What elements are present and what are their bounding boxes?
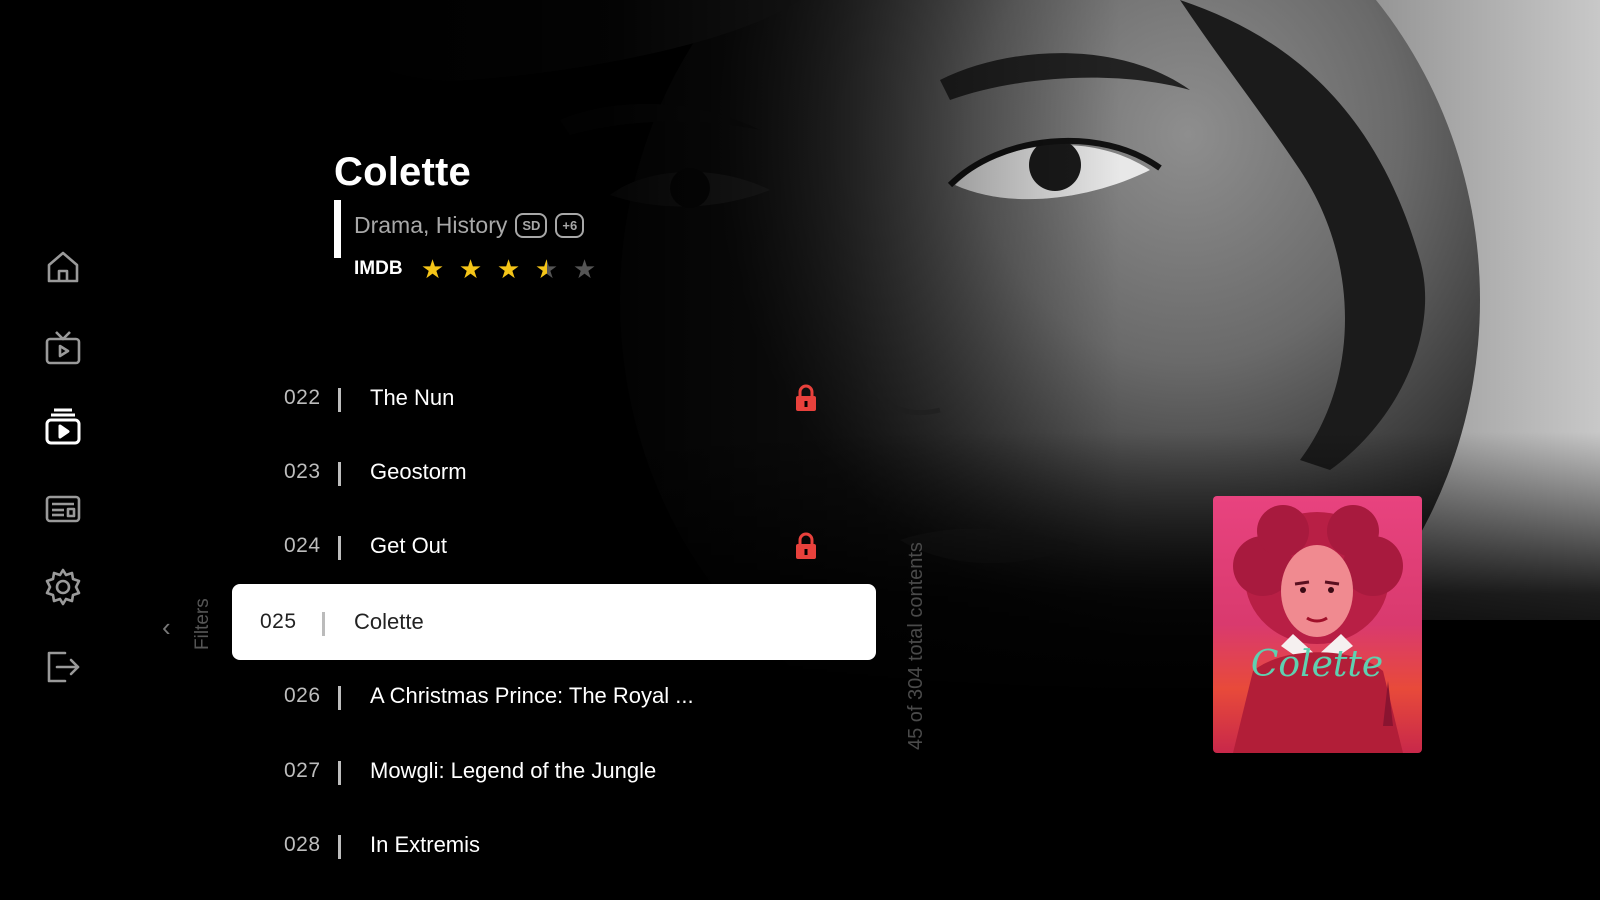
list-item[interactable]: 023 Geostorm [232, 434, 876, 510]
lock-icon [796, 384, 816, 411]
genre-text: Drama, History [354, 212, 508, 238]
item-number: 023 [284, 460, 321, 483]
live-tv-icon[interactable] [42, 326, 84, 368]
item-number: 025 [260, 610, 297, 633]
item-number: 026 [284, 684, 321, 707]
meta-accent-bar [334, 200, 341, 258]
content-title: Colette [334, 150, 471, 194]
radio-icon[interactable] [42, 486, 84, 528]
home-icon[interactable] [42, 246, 84, 288]
movies-icon[interactable] [42, 406, 84, 448]
list-item-selected[interactable]: 025 Colette [232, 584, 876, 660]
logout-icon[interactable] [42, 646, 84, 688]
divider [338, 388, 341, 412]
content-poster[interactable]: Colette [1213, 496, 1422, 753]
item-title: Colette [354, 609, 424, 634]
item-number: 022 [284, 386, 321, 409]
item-number: 024 [284, 534, 321, 557]
item-title: The Nun [370, 385, 455, 410]
star-icon: ★ [458, 254, 483, 284]
age-rating-badge: +6 [555, 213, 585, 238]
list-item[interactable]: 026 A Christmas Prince: The Royal ... [232, 658, 876, 734]
filters-toggle[interactable]: ‹ Filters [162, 590, 222, 660]
item-title: A Christmas Prince: The Royal ... [370, 683, 694, 708]
poster-title-text: Colette [1251, 644, 1383, 685]
item-number: 027 [284, 759, 321, 782]
quality-badge: SD [515, 213, 548, 238]
lock-icon [796, 532, 816, 559]
list-item[interactable]: 024 Get Out [232, 508, 876, 584]
divider [338, 686, 341, 710]
star-icon: ★ [496, 254, 521, 284]
list-item[interactable]: 028 In Extremis [232, 807, 876, 883]
item-title: Geostorm [370, 459, 467, 484]
item-title: In Extremis [370, 832, 481, 857]
chevron-left-icon: ‹ [162, 612, 171, 642]
app-screen: Colette Drama, History SD +6 IMDB ★ ★ ★ … [0, 0, 1600, 900]
half-star-icon: ★ [533, 256, 561, 282]
divider [322, 612, 325, 636]
settings-icon[interactable] [42, 566, 84, 608]
divider [338, 536, 341, 560]
star-icon: ★ [420, 254, 445, 284]
item-title: Get Out [370, 533, 448, 558]
list-item[interactable]: 027 Mowgli: Legend of the Jungle [232, 733, 876, 809]
list-item[interactable]: 022 The Nun [232, 360, 876, 436]
divider [338, 835, 341, 859]
filters-label: Filters [192, 598, 213, 650]
item-number: 028 [284, 833, 321, 856]
divider [338, 761, 341, 785]
divider [338, 462, 341, 486]
genre-row: Drama, History SD +6 [354, 212, 585, 239]
imdb-label: IMDB [354, 258, 403, 279]
empty-star-icon: ★ [572, 254, 597, 284]
rating-row: IMDB ★ ★ ★ ★ ★ [354, 256, 599, 282]
content-details: Colette Drama, History SD +6 IMDB ★ ★ ★ … [334, 150, 596, 282]
sidebar-nav [0, 0, 130, 900]
content-count: 45 of 304 total contents [905, 542, 927, 750]
item-title: Mowgli: Legend of the Jungle [370, 758, 657, 783]
